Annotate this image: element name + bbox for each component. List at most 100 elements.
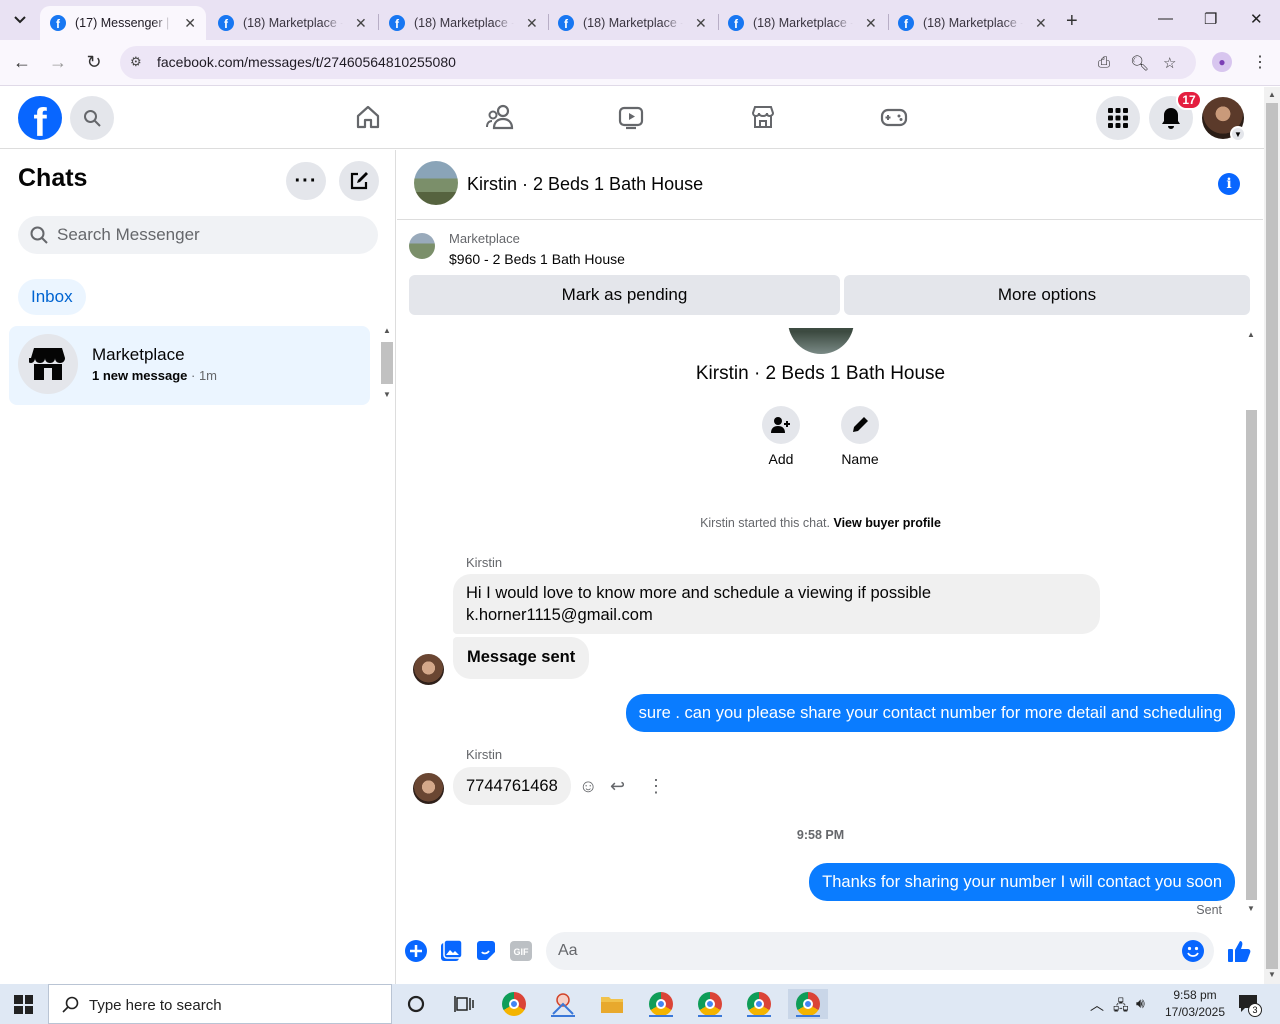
chevron-down-icon[interactable]: ▼ (1230, 126, 1246, 142)
cortana-button[interactable] (396, 989, 436, 1019)
reply-icon[interactable]: ↩ (610, 776, 625, 797)
volume-icon[interactable]: 🔊︎ (1136, 995, 1145, 1012)
close-tab-icon[interactable]: ✕ (1035, 15, 1047, 32)
taskbar-chrome-profile-2[interactable] (690, 989, 730, 1019)
chat-options-button[interactable]: ··· (286, 162, 326, 200)
url-text[interactable]: facebook.com/messages/t/2746056481025508… (157, 54, 456, 70)
menu-button[interactable] (1096, 96, 1140, 140)
react-emoji-icon[interactable]: ☺ (579, 776, 597, 797)
add-label: Add (768, 451, 794, 467)
page-scrollbar[interactable]: ▲ ▼ (1264, 87, 1280, 984)
windows-start-icon[interactable] (14, 995, 33, 1014)
action-center-button[interactable]: 3 (1238, 994, 1262, 1019)
new-message-button[interactable] (339, 161, 379, 201)
gaming-nav-button[interactable] (879, 102, 909, 132)
conversation-avatar[interactable] (414, 161, 458, 205)
plus-circle-icon (405, 940, 427, 962)
attach-photo-button[interactable] (440, 940, 462, 962)
more-options-button[interactable]: More options (844, 275, 1250, 315)
address-bar[interactable]: ⚙ facebook.com/messages/t/27460564810255… (120, 46, 1196, 79)
back-button[interactable]: ← (11, 52, 33, 73)
close-tab-icon[interactable]: ✕ (865, 15, 877, 32)
bookmark-star-icon[interactable]: ☆ (1163, 54, 1176, 72)
browser-menu-icon[interactable]: ⋮ (1252, 52, 1268, 72)
thread-scrollbar[interactable]: ▲ ▼ (1244, 328, 1258, 920)
tab-marketplace-1[interactable]: f (18) Marketplace - Facebook ✕ (208, 6, 378, 40)
forward-button[interactable]: → (47, 52, 69, 73)
outgoing-message-bubble[interactable]: Thanks for sharing your number I will co… (809, 863, 1235, 901)
marketplace-nav-button[interactable] (748, 102, 778, 132)
tab-title: (18) Marketplace - Facebook (414, 16, 514, 30)
zoom-icon[interactable]: 🔍︎ (1130, 54, 1149, 72)
browser-profile-icon[interactable]: ● (1212, 52, 1232, 72)
reload-button[interactable]: ↻ (83, 52, 105, 73)
gif-button[interactable]: GIF (510, 940, 532, 962)
close-tab-icon[interactable]: ✕ (695, 15, 707, 32)
search-button[interactable] (70, 96, 114, 140)
message-sent-bubble[interactable]: Message sent (453, 637, 590, 679)
tab-marketplace-5[interactable]: f (18) Marketplace - Facebook ✕ (888, 6, 1058, 40)
taskbar-chrome-profile-1[interactable] (641, 989, 681, 1019)
tab-search-button[interactable] (8, 8, 32, 32)
name-chat-action[interactable]: Name (830, 406, 890, 467)
tab-marketplace-3[interactable]: f (18) Marketplace - Facebook ✕ (548, 6, 718, 40)
close-window-icon[interactable]: ✕ (1250, 10, 1263, 28)
install-app-icon[interactable]: ⎙ (1098, 54, 1110, 71)
taskbar-chrome-app[interactable] (494, 989, 534, 1019)
emoji-icon[interactable] (1182, 940, 1204, 962)
tab-title: (18) Marketplace - Facebook (753, 16, 853, 30)
active-indicator (551, 1015, 575, 1017)
view-buyer-profile-link[interactable]: View buyer profile (833, 516, 940, 530)
sender-avatar[interactable] (413, 654, 444, 685)
listing-thumbnail[interactable] (409, 233, 435, 259)
close-tab-icon[interactable]: ✕ (355, 15, 367, 32)
tab-messenger[interactable]: f (17) Messenger | Facebook ✕ (40, 6, 206, 40)
taskbar-chrome-profile-4[interactable] (788, 989, 828, 1019)
sender-avatar[interactable] (413, 773, 444, 804)
friends-nav-button[interactable] (485, 102, 515, 132)
tab-marketplace-2[interactable]: f (18) Marketplace - Facebook ✕ (379, 6, 549, 40)
sender-name: Kirstin (466, 747, 503, 762)
info-icon[interactable]: i (1218, 173, 1240, 195)
taskbar-snipping-app[interactable] (543, 989, 583, 1019)
like-send-button[interactable] (1227, 938, 1253, 964)
sticker-button[interactable] (475, 940, 497, 962)
network-icon[interactable]: 🖧︎ (1113, 995, 1129, 1019)
search-messenger-input[interactable]: Search Messenger (18, 216, 378, 254)
facebook-logo-icon[interactable]: f (18, 96, 62, 140)
home-nav-button[interactable] (353, 102, 383, 132)
chat-list-scrollbar[interactable]: ▲ ▼ (380, 326, 394, 404)
message-input[interactable]: Aa (546, 932, 1214, 970)
conversation-title[interactable]: Kirstin · 2 Beds 1 Bath House (467, 174, 703, 195)
task-view-button[interactable] (444, 989, 484, 1019)
more-actions-button[interactable] (405, 940, 427, 962)
tab-marketplace-4[interactable]: f (18) Marketplace - Facebook ✕ (718, 6, 888, 40)
snipping-tool-icon (552, 993, 574, 1015)
close-tab-icon[interactable]: ✕ (184, 15, 196, 32)
more-vertical-icon[interactable]: ⋮ (647, 776, 665, 797)
new-tab-button[interactable]: + (1066, 10, 1078, 33)
site-info-icon[interactable]: ⚙ (130, 54, 142, 70)
restore-window-icon[interactable]: ❐ (1204, 10, 1217, 28)
sender-name: Kirstin (466, 555, 503, 570)
clock-time: 9:58 pm (1173, 988, 1217, 1002)
inbox-filter-tab[interactable]: Inbox (18, 279, 86, 315)
active-indicator (796, 1015, 820, 1017)
watch-nav-button[interactable] (616, 102, 646, 132)
taskbar-chrome-profile-3[interactable] (739, 989, 779, 1019)
minimize-window-icon[interactable]: — (1158, 10, 1173, 27)
message-composer: GIF Aa (397, 921, 1263, 984)
incoming-message-bubble[interactable]: Hi I would love to know more and schedul… (453, 574, 1100, 634)
system-clock[interactable]: 9:58 pm 17/03/2025 (1160, 987, 1230, 1021)
outgoing-message-bubble[interactable]: sure . can you please share your contact… (625, 694, 1235, 732)
taskbar-search-box[interactable]: Type here to search (48, 984, 392, 1024)
marketplace-store-icon (18, 334, 78, 394)
chat-list-item[interactable]: Marketplace 1 new message · 1m (9, 326, 370, 405)
taskbar-file-explorer[interactable] (592, 989, 632, 1019)
listing-title[interactable]: $960 - 2 Beds 1 Bath House (449, 251, 625, 267)
incoming-message-bubble[interactable]: 7744761468 (453, 767, 571, 805)
close-tab-icon[interactable]: ✕ (526, 15, 538, 32)
add-people-action[interactable]: Add (751, 406, 811, 467)
show-hidden-icons-chevron-icon[interactable]: ︿ (1090, 995, 1104, 1015)
mark-as-pending-button[interactable]: Mark as pending (409, 275, 840, 315)
